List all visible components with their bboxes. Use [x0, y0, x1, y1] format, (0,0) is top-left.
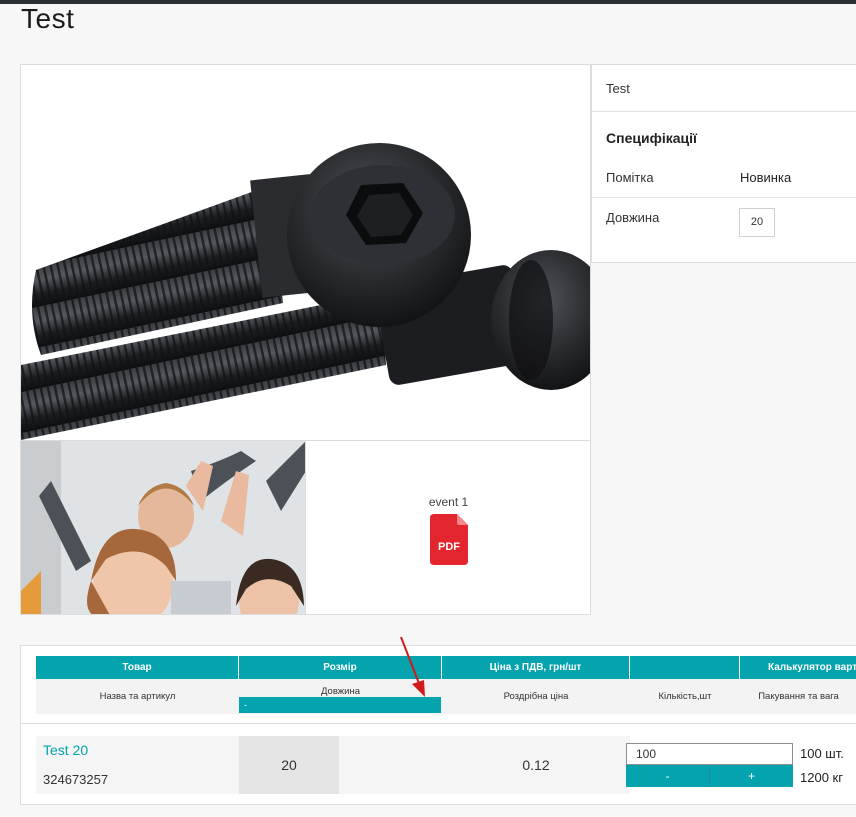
quantity-plus-button[interactable]: +: [710, 765, 793, 787]
thumbnail-pdf[interactable]: event 1 PDF: [306, 440, 590, 614]
subheader-product: Назва та артикул: [99, 691, 176, 702]
spec-value-length[interactable]: 20: [739, 208, 775, 237]
spec-label-mark: Помітка: [606, 170, 654, 185]
weight-value: 1200 кг: [800, 770, 843, 785]
pdf-caption: event 1: [428, 495, 469, 509]
size-cell-filler: [339, 736, 442, 794]
product-table: Товар Розмір Ціна з ПДВ, грн/шт Калькуля…: [20, 645, 856, 805]
pieces-count: 100 шт.: [800, 746, 844, 761]
header-empty: [630, 656, 740, 679]
top-bar: [0, 0, 856, 4]
specs-product-name: Test: [606, 81, 630, 96]
specs-heading: Специфікації: [606, 130, 697, 146]
product-sku: 324673257: [43, 772, 109, 787]
subheader-quantity: Кількість,шт: [658, 691, 712, 702]
product-gallery: event 1 PDF: [20, 64, 591, 615]
product-name-cell: Test 20 324673257: [36, 736, 239, 794]
bolts-photo: [21, 143, 590, 440]
header-price: Ціна з ПДВ, грн/шт: [442, 656, 630, 679]
specs-divider: [592, 197, 856, 198]
specs-divider: [592, 111, 856, 112]
size-filter-select[interactable]: -: [239, 697, 441, 713]
table-row: Test 20 324673257 20 0.12 - + 100 шт. 12…: [36, 736, 856, 794]
spec-label-length: Довжина: [606, 210, 660, 225]
quantity-input[interactable]: [626, 743, 793, 765]
pdf-badge-text: PDF: [438, 541, 460, 553]
header-size: Розмір: [239, 656, 442, 679]
table-header-row: Товар Розмір Ціна з ПДВ, грн/шт Калькуля…: [36, 656, 856, 679]
spec-value-mark: Новинка: [740, 170, 792, 185]
subheader-price: Роздрібна ціна: [503, 691, 569, 702]
kids-photo: [21, 441, 305, 614]
product-link[interactable]: Test 20: [43, 742, 88, 758]
table-subheader-row: Назва та артикул Довжина - Роздрібна цін…: [36, 679, 856, 714]
size-value: 20: [239, 736, 339, 794]
main-product-image[interactable]: [21, 65, 590, 440]
table-divider: [21, 723, 856, 724]
page-title: Test: [21, 3, 75, 34]
quantity-minus-button[interactable]: -: [626, 765, 710, 787]
subheader-size: Довжина -: [239, 679, 442, 714]
header-calculator: Калькулятор вартості: [740, 656, 856, 679]
subheader-size-label: Довжина: [321, 686, 360, 697]
thumbnail-kids-photo[interactable]: [21, 440, 306, 614]
header-product: Товар: [36, 656, 239, 679]
price-value: 0.12: [442, 736, 630, 794]
pdf-file-icon: [430, 514, 468, 565]
specs-panel: Test Специфікації Помітка Новинка Довжин…: [591, 64, 856, 263]
subheader-packaging: Пакування та вага: [758, 691, 839, 702]
